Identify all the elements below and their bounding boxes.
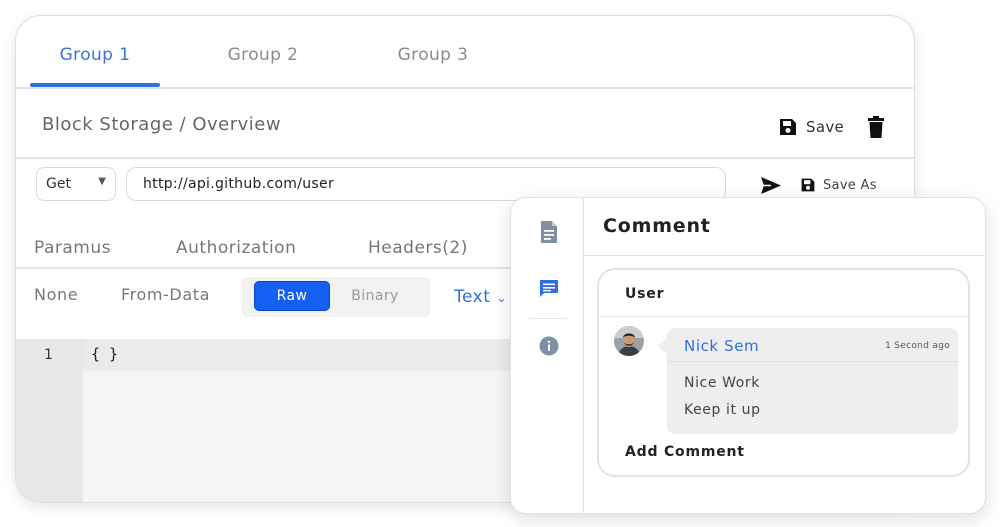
save-as-label: Save As bbox=[823, 177, 877, 193]
body-type-none[interactable]: None bbox=[34, 285, 78, 304]
save-icon bbox=[780, 119, 796, 135]
tab-group-3[interactable]: Group 3 bbox=[368, 45, 498, 65]
line-number: 1 bbox=[44, 347, 53, 363]
group-tab-bar: Group 1 Group 2 Group 3 bbox=[16, 16, 914, 89]
comment-bubble: Nick Sem 1 Second ago Nice Work Keep it … bbox=[657, 328, 958, 434]
save-icon bbox=[801, 178, 815, 192]
format-dropdown[interactable]: Text ⌄ bbox=[454, 287, 507, 307]
raw-binary-toggle: Raw Binary bbox=[242, 277, 430, 317]
chevron-down-icon: ▼ bbox=[98, 176, 106, 187]
breadcrumb: Block Storage / Overview bbox=[42, 114, 282, 135]
tab-group-1[interactable]: Group 1 bbox=[30, 45, 160, 65]
chat-icon[interactable] bbox=[539, 278, 559, 300]
binary-button[interactable]: Binary bbox=[334, 281, 416, 311]
bubble-tail bbox=[657, 338, 667, 354]
comment-title: Comment bbox=[603, 215, 711, 237]
thread-divider bbox=[599, 316, 968, 317]
avatar[interactable] bbox=[614, 326, 644, 356]
comment-author[interactable]: Nick Sem bbox=[684, 337, 759, 355]
save-label: Save bbox=[806, 118, 845, 136]
body-type-form-data[interactable]: From-Data bbox=[121, 285, 210, 304]
tab-headers[interactable]: Headers(2) bbox=[368, 238, 468, 258]
comment-time: 1 Second ago bbox=[885, 341, 950, 351]
comment-thread: User Nick Sem 1 Second ago Nice Work Kee… bbox=[597, 268, 970, 477]
info-icon[interactable] bbox=[539, 335, 559, 357]
method-select[interactable]: Get ▼ bbox=[36, 167, 116, 201]
format-value: Text bbox=[454, 287, 491, 307]
chevron-down-icon: ⌄ bbox=[496, 291, 507, 305]
tab-authorization[interactable]: Authorization bbox=[176, 238, 296, 258]
trash-icon[interactable] bbox=[867, 116, 885, 138]
tab-params[interactable]: Paramus bbox=[34, 238, 111, 258]
save-as-button[interactable]: Save As bbox=[800, 177, 877, 193]
comment-panel: Comment User Nick Sem 1 Second ago Nice … bbox=[510, 197, 986, 514]
comment-header-divider bbox=[584, 255, 985, 256]
add-comment-button[interactable]: Add Comment bbox=[625, 444, 745, 460]
active-tab-indicator bbox=[30, 83, 160, 87]
bubble-divider bbox=[667, 361, 958, 362]
title-row: Block Storage / Overview Save bbox=[16, 89, 914, 159]
rail-divider bbox=[529, 318, 567, 319]
send-icon[interactable] bbox=[761, 177, 781, 194]
comment-text-line-2: Keep it up bbox=[684, 402, 761, 418]
document-icon[interactable] bbox=[539, 221, 559, 243]
save-button[interactable]: Save bbox=[778, 116, 844, 138]
side-icon-rail bbox=[511, 198, 584, 513]
code-text: { } bbox=[91, 345, 119, 363]
tab-group-2[interactable]: Group 2 bbox=[198, 45, 328, 65]
line-gutter bbox=[16, 339, 83, 502]
raw-button[interactable]: Raw bbox=[254, 281, 330, 311]
thread-user-label: User bbox=[625, 286, 665, 302]
url-input[interactable] bbox=[126, 167, 726, 201]
method-value: Get bbox=[46, 176, 71, 192]
comment-text-line-1: Nice Work bbox=[684, 375, 760, 391]
